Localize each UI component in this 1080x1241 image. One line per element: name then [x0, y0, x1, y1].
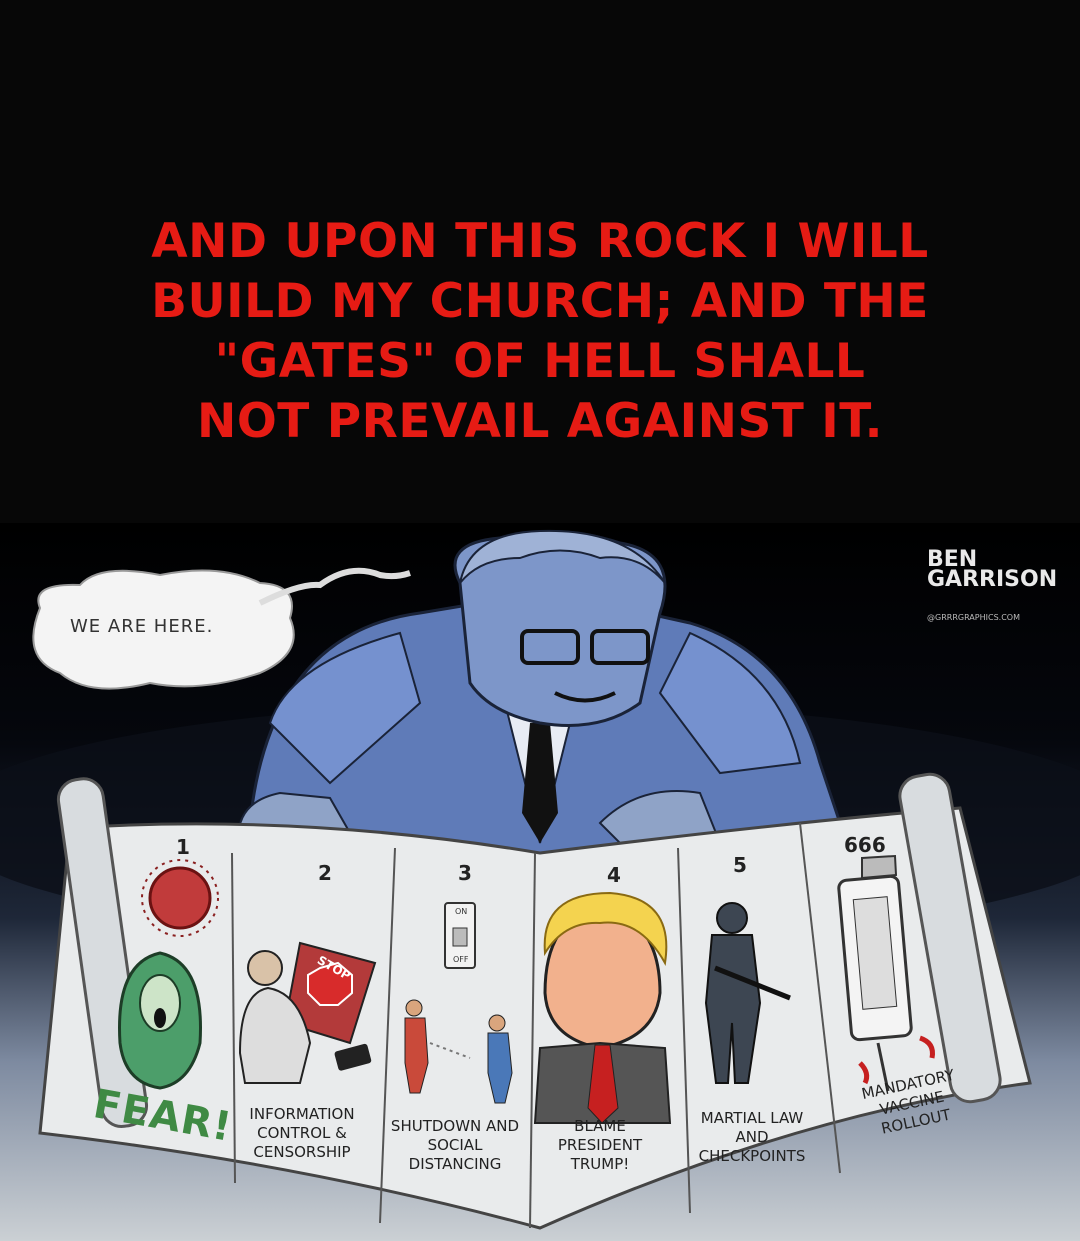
- panel-label-2: INFORMATION CONTROL & CENSORSHIP: [249, 1105, 355, 1161]
- panel-label-3: SHUTDOWN AND SOCIAL DISTANCING: [390, 1117, 520, 1173]
- speech-bubble-text: WE ARE HERE.: [70, 616, 214, 637]
- user-head: [247, 950, 283, 986]
- cartoon-illustration: WE ARE HERE. BEN GARRISON @GRRRGRAPHICS.…: [0, 523, 1080, 1241]
- panel-number-4: 4: [607, 863, 621, 887]
- switch-on-label: ON: [455, 907, 468, 916]
- artist-signature: BEN GARRISON: [927, 547, 1058, 592]
- panel-number-2: 2: [318, 861, 332, 885]
- panel-label-4: BLAME PRESIDENT TRUMP!: [557, 1117, 643, 1173]
- panel-label-5: MARTIAL LAW AND CHECKPOINTS: [698, 1109, 806, 1165]
- soldier-figure: [704, 934, 762, 1084]
- artist-url: @GRRRGRAPHICS.COM: [927, 613, 1020, 622]
- caption-banner: AND UPON THIS ROCK I WILL BUILD MY CHURC…: [0, 0, 1080, 523]
- panel-number-1: 1: [176, 835, 190, 859]
- switch-off-label: OFF: [453, 955, 469, 964]
- person-right: [488, 1014, 506, 1032]
- soldier-helmet: [716, 902, 748, 934]
- panel-number-666: 666: [844, 833, 886, 857]
- caption-line-3: "GATES" OF HELL SHALL: [214, 334, 866, 389]
- panel-number-3: 3: [458, 861, 472, 885]
- caption-line-1: AND UPON THIS ROCK I WILL: [151, 214, 929, 269]
- panel-number-5: 5: [733, 853, 747, 877]
- person-left: [405, 999, 423, 1017]
- caption-text: AND UPON THIS ROCK I WILL BUILD MY CHURC…: [140, 212, 940, 452]
- caption-line-2: BUILD MY CHURCH; AND THE: [151, 274, 929, 329]
- caption-line-4: NOT PREVAIL AGAINST IT.: [196, 394, 883, 449]
- virus-icon: [148, 866, 212, 930]
